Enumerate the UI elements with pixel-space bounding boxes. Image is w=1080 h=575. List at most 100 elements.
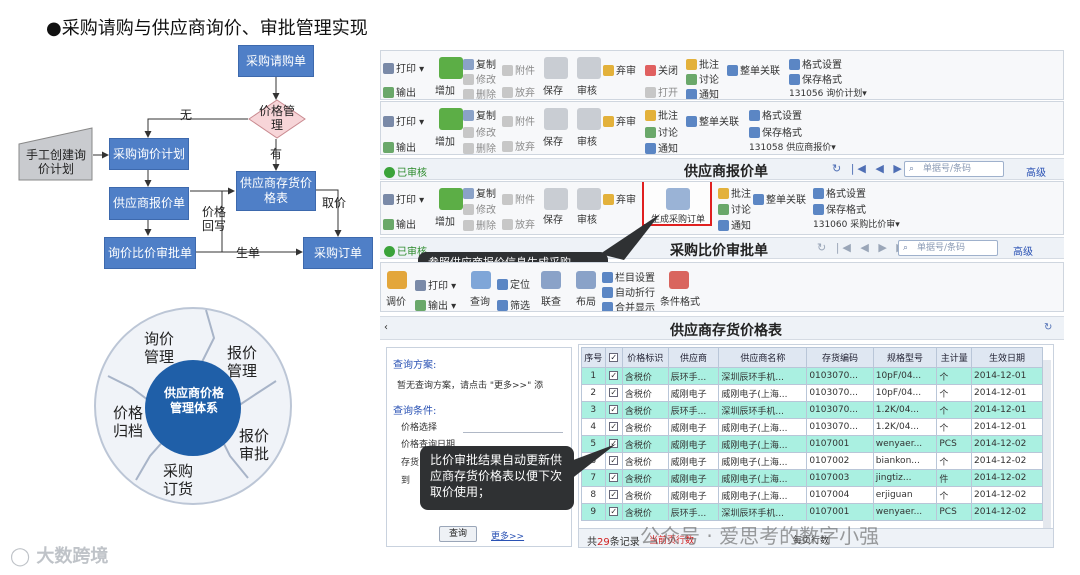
save-label[interactable]: 保存 [543,133,563,148]
unaudit-button[interactable]: 弃审 [603,113,636,128]
layout-icon[interactable] [576,271,596,289]
print-button[interactable]: 打印 ▾ [383,113,424,128]
audit-icon[interactable] [577,57,601,79]
close-button[interactable]: 关闭 [645,62,678,77]
copy-button[interactable]: 复制 [463,185,496,200]
link-button[interactable]: 整单关联 [753,191,806,206]
row-checkbox[interactable]: ✓ [604,384,623,402]
modify-button[interactable]: 修改 [463,124,496,139]
advanced-link[interactable]: 高级 [1026,164,1046,179]
template-select[interactable]: 131060 采购比价审▾ [813,217,900,230]
row-checkbox[interactable]: ✓ [604,418,623,436]
save-label[interactable]: 保存 [543,82,563,97]
table-row[interactable]: 6✓含税价威刚电子威刚电子(上海...0107002biankon...个201… [581,452,1043,470]
abandon-button[interactable]: 放弃 [502,138,535,153]
add-icon[interactable] [439,108,463,130]
format-set-button[interactable]: 格式设置 [749,107,802,122]
table-row[interactable]: 8 ✓ 含税价 威刚电子 威刚电子(上海... 0107004 erjiguan 个 2014-… [581,486,1043,504]
filter-button[interactable]: 筛选 [497,297,530,311]
cond-format-label[interactable]: 条件格式 [660,293,700,308]
add-button-label[interactable]: 增加 [435,82,455,97]
refresh-icon[interactable]: ↻ [1044,322,1052,333]
query-label[interactable]: 查询 [470,293,490,308]
audit-label[interactable]: 审核 [577,82,597,97]
audit-icon[interactable] [577,108,601,130]
add-button-label[interactable]: 增加 [435,133,455,148]
save-format-button[interactable]: 保存格式 [789,71,842,86]
notify-button[interactable]: 通知 [686,86,719,99]
scrollbar[interactable] [1043,360,1051,528]
copy-button[interactable]: 复制 [463,107,496,122]
row-checkbox[interactable]: ✓ [604,401,623,419]
format-set-button[interactable]: 格式设置 [789,56,842,71]
table-header-cell[interactable]: 序号 [581,347,606,368]
attach-button[interactable]: 附件 [502,113,535,128]
audit-icon[interactable] [577,188,601,210]
abandon-button[interactable]: 放弃 [502,216,535,231]
merge-display-button[interactable]: 合并显示 [602,299,655,311]
print-button[interactable]: 打印 ▾ [383,60,424,75]
discuss-button[interactable]: 讨论 [645,124,678,139]
table-header-cell[interactable]: 生效日期 [971,347,1043,368]
approve-note-button[interactable]: 批注 [718,185,751,200]
add-icon[interactable] [439,57,463,79]
table-row[interactable]: 4 ✓ 含税价 威刚电子 威刚电子(上海... 0103070... 1.2K/04... 个… [581,418,1043,436]
attach-button[interactable]: 附件 [502,62,535,77]
export-button[interactable]: 输出 [383,84,416,99]
table-header-cell[interactable]: 存货编码 [806,347,874,368]
adjust-label[interactable]: 调价 [386,293,406,308]
unaudit-button[interactable]: 弃审 [603,62,636,77]
export-button[interactable]: 输出 [383,216,416,231]
print-button[interactable]: 打印 ▾ [415,277,456,292]
gen-order-icon[interactable] [666,188,690,210]
unaudit-button[interactable]: 弃审 [603,191,636,206]
table-header-cell[interactable]: 主计量 [936,347,973,368]
link-button[interactable]: 整单关联 [686,113,739,128]
format-set-button[interactable]: 格式设置 [813,185,866,200]
copy-button[interactable]: 复制 [463,56,496,71]
linked-query-icon[interactable] [541,271,561,289]
table-header-cell[interactable]: 价格标识 [621,347,669,368]
add-icon[interactable] [439,188,463,210]
row-checkbox[interactable]: ✓ [604,367,623,385]
table-header-cell[interactable]: ✓ [604,347,623,368]
add-button-label[interactable]: 增加 [435,213,455,228]
table-header-cell[interactable]: 规格型号 [872,347,938,368]
delete-button[interactable]: 删除 [463,140,496,154]
table-header-cell[interactable]: 供应商 [667,347,720,368]
print-button[interactable]: 打印 ▾ [383,191,424,206]
delete-button[interactable]: 删除 [463,86,496,99]
link-button[interactable]: 整单关联 [727,62,780,77]
discuss-button[interactable]: 讨论 [686,71,719,86]
search-input[interactable]: 单据号/条码 ⌕ [898,240,998,256]
approve-note-button[interactable]: 批注 [686,56,719,71]
template-select[interactable]: 131056 询价计划▾ [789,86,867,99]
adjust-icon[interactable] [387,271,407,289]
table-row[interactable]: 2 ✓ 含税价 威刚电子 威刚电子(上海... 0103070... 10pF/04... 个… [581,384,1043,402]
modify-button[interactable]: 修改 [463,71,496,86]
modify-button[interactable]: 修改 [463,201,496,216]
locate-button[interactable]: 定位 [497,276,530,291]
table-header-cell[interactable]: 供应商名称 [718,347,808,368]
layout-label[interactable]: 布局 [576,293,596,308]
table-row[interactable]: 9 ✓ 含税价 辰环手... 深圳辰环手机... 0107001 wenyaer... PCS… [581,503,1043,521]
export-button[interactable]: 输出 ▾ [415,297,456,311]
more-link[interactable]: 更多>> [491,529,524,542]
search-input[interactable]: 单据号/条码 ⌕ [904,161,1004,177]
table-row[interactable]: 3 ✓ 含税价 辰环手... 深圳辰环手机... 0103070... 1.2K/04...… [581,401,1043,419]
table-row[interactable]: 5 ✓ 含税价 威刚电子 威刚电子(上海... 0107001 wenyaer... PCS 2… [581,435,1043,453]
auto-wrap-button[interactable]: 自动折行 [602,284,655,299]
table-row[interactable]: 1 ✓ 含税价 辰环手... 深圳辰环手机... 0103070... 10pF/04...… [581,367,1043,385]
discuss-button[interactable]: 讨论 [718,201,751,216]
save-format-button[interactable]: 保存格式 [813,201,866,216]
table-row[interactable]: 7 ✓ 含税价 威刚电子 威刚电子(上海... 0107003 jingtiz... 件 201… [581,469,1043,487]
notify-button[interactable]: 通知 [645,140,678,154]
column-set-button[interactable]: 栏目设置 [602,269,655,284]
save-icon[interactable] [544,108,568,130]
collapse-icon[interactable]: ‹ [384,322,388,333]
save-format-button[interactable]: 保存格式 [749,124,802,139]
advanced-link[interactable]: 高级 [1013,243,1033,258]
approve-note-button[interactable]: 批注 [645,107,678,122]
delete-button[interactable]: 删除 [463,217,496,232]
cond-format-icon[interactable] [669,271,689,289]
